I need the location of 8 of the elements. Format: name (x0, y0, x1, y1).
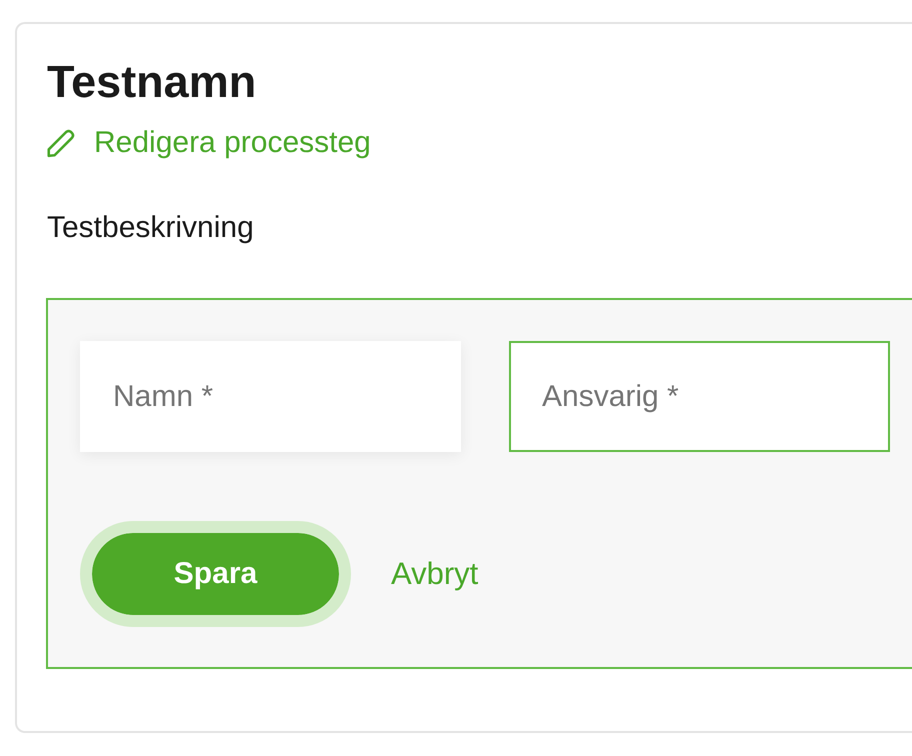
cancel-link[interactable]: Avbryt (391, 556, 478, 592)
edit-link[interactable]: Redigera processteg (47, 125, 371, 161)
save-button[interactable]: Spara (80, 521, 351, 627)
description-text: Testbeskrivning (47, 210, 254, 246)
input-field[interactable]: Namn * (80, 341, 461, 452)
card-title: Testnamn (47, 55, 256, 109)
input-field[interactable]: Ansvarig * (509, 341, 890, 452)
pencil-icon (47, 128, 75, 158)
